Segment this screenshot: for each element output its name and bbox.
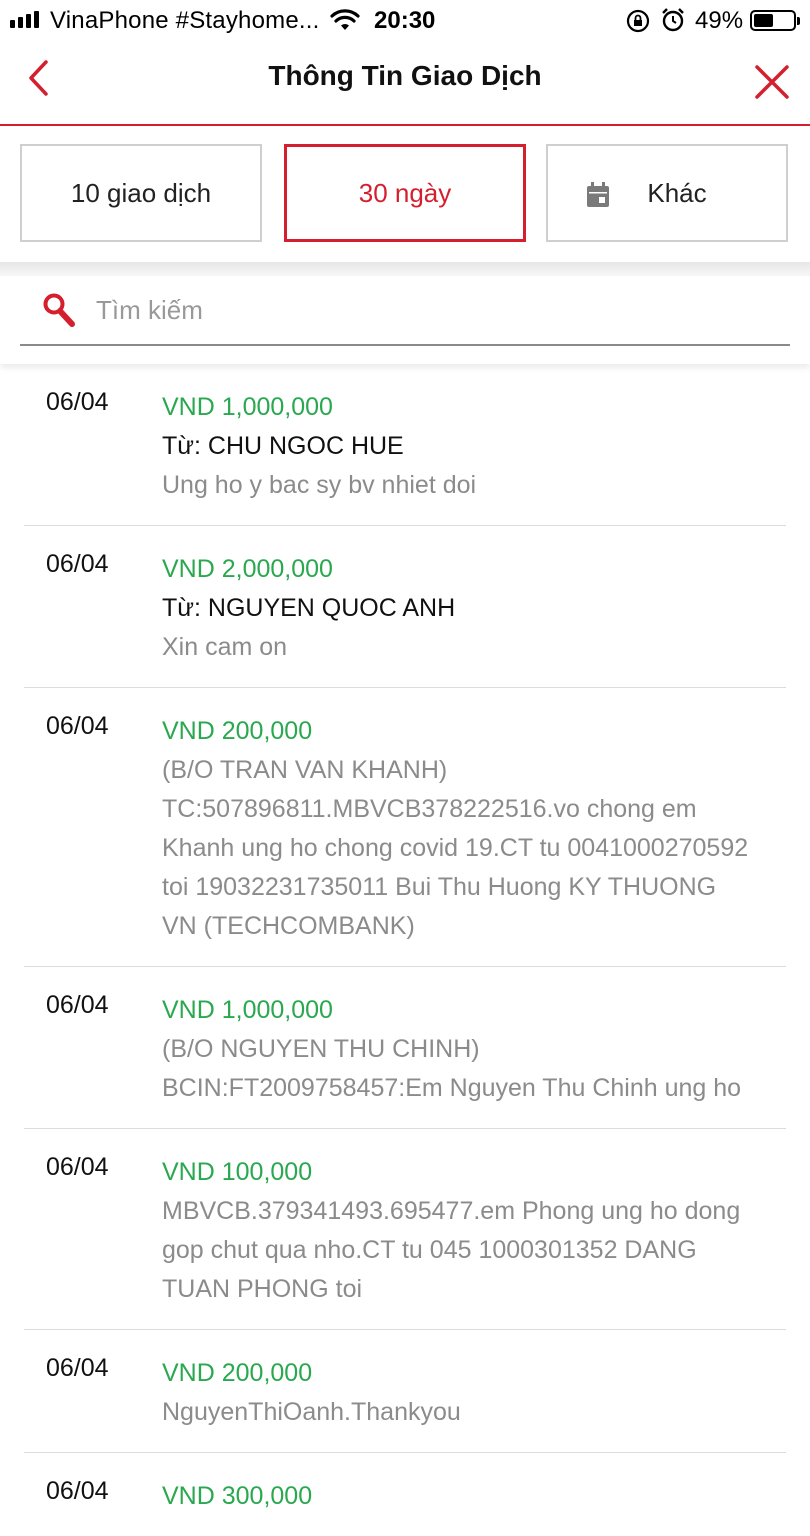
transaction-row[interactable]: 06/04 VND 200,000 NguyenThiOanh.Thankyou [24,1330,786,1453]
transaction-body: VND 300,000 [162,1477,810,1516]
battery-icon [750,10,800,31]
transaction-date: 06/04 [46,1477,109,1505]
transaction-list: 06/04 VND 1,000,000 Từ: CHU NGOC HUE Ung ho… [0,364,810,1536]
transaction-sender: Từ: CHU NGOC HUE [162,432,404,460]
transaction-row[interactable]: 06/04 VND 1,000,000 Từ: CHU NGOC HUE Ung ho… [24,364,786,526]
carrier-name: VinaPhone #Stayhome... [50,7,320,34]
search-underline [20,344,790,346]
transaction-amount: VND 1,000,000 [162,996,333,1024]
transaction-description: (B/O NGUYEN THU CHINH) BCIN:FT2009758457… [162,1035,742,1102]
transaction-description: MBVCB.379341493.695477.em Phong ung ho d… [162,1197,741,1303]
divider-shade [0,262,810,276]
transaction-date: 06/04 [46,1153,109,1181]
rotation-lock-icon [626,9,650,33]
search-input[interactable] [96,290,696,330]
transaction-date: 06/04 [46,991,109,1019]
filter-other[interactable]: Khác [546,144,788,242]
page-title: Thông Tin Giao Dịch [268,60,542,91]
transaction-row[interactable]: 06/04 VND 300,000 [24,1453,786,1536]
transaction-description: (B/O TRAN VAN KHANH) TC:507896811.MBVCB3… [162,756,749,940]
wifi-icon [330,9,360,30]
transaction-date: 06/04 [46,712,109,740]
alarm-icon [662,8,684,32]
transaction-description: NguyenThiOanh.Thankyou [162,1398,461,1426]
transaction-description: Xin cam on [162,633,288,661]
signal-icon [10,11,39,28]
transaction-body: VND 100,000 MBVCB.379341493.695477.em Pho… [162,1153,810,1309]
transaction-body: VND 1,000,000 (B/O NGUYEN THU CHINH) BCIN… [162,991,810,1108]
transaction-body: VND 200,000 (B/O TRAN VAN KHANH) TC:50789… [162,712,810,946]
status-bar: VinaPhone #Stayhome... 20:30 49% [0,0,810,40]
transaction-row[interactable]: 06/04 VND 100,000 MBVCB.379341493.695477.e… [24,1129,786,1330]
transaction-amount: VND 1,000,000 [162,393,333,421]
transaction-row[interactable]: 06/04 VND 2,000,000 Từ: NGUYEN QUOC ANH Xin… [24,526,786,688]
filter-10-transactions[interactable]: 10 giao dịch [20,144,262,242]
search-icon [43,293,75,327]
transaction-amount: VND 2,000,000 [162,555,333,583]
transaction-body: VND 2,000,000 Từ: NGUYEN QUOC ANH Xin cam … [162,550,810,667]
transaction-amount: VND 200,000 [162,1359,313,1387]
filter-tabs: 10 giao dịch 30 ngày Khác [20,144,790,242]
filter-other-label: Khác [647,177,707,208]
clock-time: 20:30 [374,7,436,34]
transaction-amount: VND 200,000 [162,717,313,745]
calendar-icon [587,182,609,207]
transaction-sender: Từ: NGUYEN QUOC ANH [162,594,456,622]
transaction-row[interactable]: 06/04 VND 1,000,000 (B/O NGUYEN THU CHINH)… [24,967,786,1129]
transaction-date: 06/04 [46,550,109,578]
transaction-body: VND 1,000,000 Từ: CHU NGOC HUE Ung ho y ba… [162,388,810,505]
close-icon[interactable] [754,64,790,100]
transaction-body: VND 200,000 NguyenThiOanh.Thankyou [162,1354,810,1432]
search-bar [0,276,810,364]
battery-percent: 49% [695,7,744,34]
transaction-amount: VND 100,000 [162,1158,313,1186]
transaction-amount: VND 300,000 [162,1482,313,1510]
transaction-date: 06/04 [46,388,109,416]
header: Thông Tin Giao Dịch [0,40,810,126]
transaction-description: Ung ho y bac sy bv nhiet doi [162,471,477,499]
transaction-date: 06/04 [46,1354,109,1382]
filter-30-days[interactable]: 30 ngày [284,144,526,242]
transaction-row[interactable]: 06/04 VND 200,000 (B/O TRAN VAN KHANH) TC:… [24,688,786,967]
